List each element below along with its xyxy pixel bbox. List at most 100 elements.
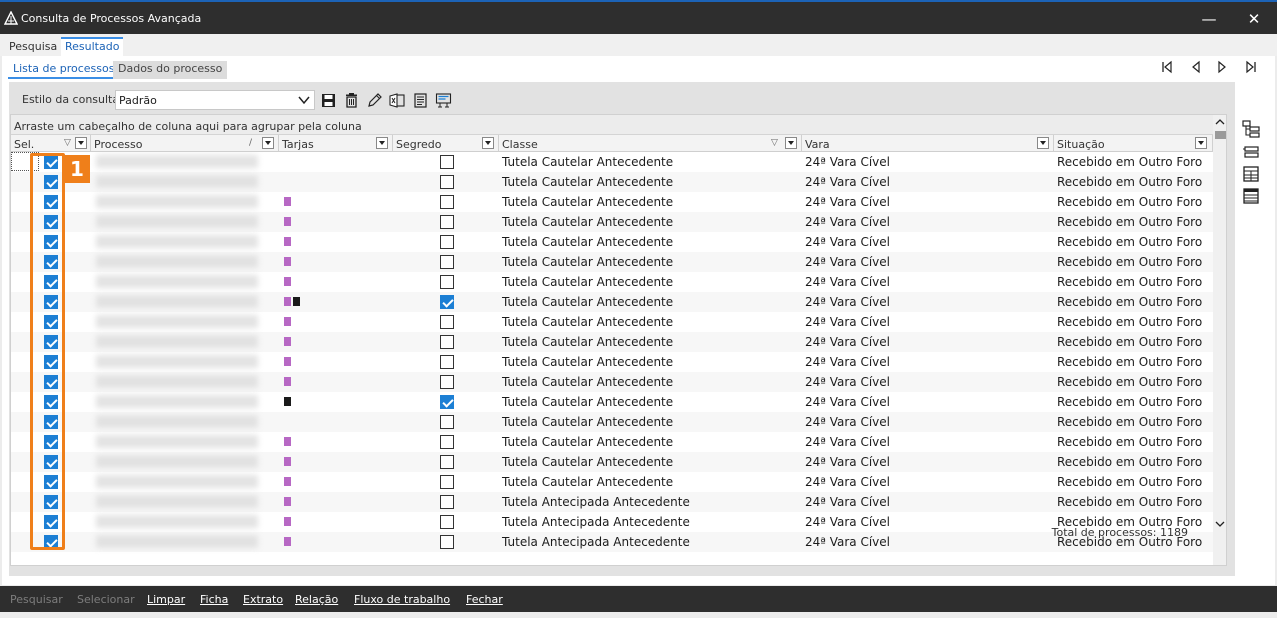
segredo-checkbox[interactable]	[440, 415, 454, 429]
selecionar-button[interactable]: Selecionar	[77, 593, 135, 606]
tab-dados-do-processo[interactable]: Dados do processo	[113, 61, 228, 79]
table-row[interactable]: Tutela Antecipada Antecedente 24ª Vara Cí…	[11, 532, 1213, 552]
segredo-checkbox[interactable]	[440, 355, 454, 369]
vertical-scrollbar[interactable]	[1213, 115, 1226, 565]
segredo-checkbox[interactable]	[440, 175, 454, 189]
table-row[interactable]: Tutela Cautelar Antecedente 24ª Vara Cíve…	[11, 152, 1213, 172]
segredo-checkbox[interactable]	[440, 255, 454, 269]
table-view-icon[interactable]	[1241, 164, 1261, 184]
tab-lista-de-processos[interactable]: Lista de processos	[8, 61, 120, 79]
list-view-icon[interactable]	[1241, 186, 1261, 206]
excel-export-icon[interactable]	[389, 92, 406, 109]
segredo-checkbox[interactable]	[440, 215, 454, 229]
column-header-vara[interactable]: Vara	[802, 135, 1054, 152]
close-window-button[interactable]: ✕	[1231, 2, 1277, 35]
cell-vara: 24ª Vara Cível	[805, 235, 891, 249]
column-header-sel[interactable]: Sel. ▽	[11, 135, 91, 152]
delete-icon[interactable]	[343, 92, 360, 109]
segredo-checkbox[interactable]	[440, 275, 454, 289]
table-row[interactable]: Tutela Antecipada Antecedente 24ª Vara Cí…	[11, 512, 1213, 532]
segredo-checkbox[interactable]	[440, 535, 454, 549]
column-dropdown-icon[interactable]	[75, 137, 87, 149]
segredo-checkbox[interactable]	[440, 235, 454, 249]
column-dropdown-icon[interactable]	[262, 137, 274, 149]
column-header-tarjas[interactable]: Tarjas	[279, 135, 393, 152]
segredo-checkbox[interactable]	[440, 195, 454, 209]
cell-classe: Tutela Cautelar Antecedente	[502, 415, 674, 429]
relacao-button[interactable]: Relação	[295, 593, 338, 606]
table-row[interactable]: Tutela Cautelar Antecedente 24ª Vara Cíve…	[11, 432, 1213, 452]
table-row[interactable]: Tutela Cautelar Antecedente 24ª Vara Cíve…	[11, 232, 1213, 252]
column-header-segredo[interactable]: Segredo	[393, 135, 499, 152]
process-grid: Arraste um cabeçalho de coluna aqui para…	[10, 114, 1227, 566]
scroll-down-icon[interactable]	[1215, 520, 1225, 528]
process-number-redacted	[96, 195, 258, 208]
previous-record-icon[interactable]	[1188, 59, 1204, 75]
table-row[interactable]: Tutela Antecipada Antecedente 24ª Vara Cí…	[11, 492, 1213, 512]
cell-classe: Tutela Cautelar Antecedente	[502, 335, 674, 349]
column-dropdown-icon[interactable]	[1037, 137, 1049, 149]
collapse-rows-icon[interactable]	[1241, 142, 1261, 162]
next-record-icon[interactable]	[1214, 59, 1230, 75]
scroll-up-icon[interactable]	[1215, 118, 1225, 126]
report-icon[interactable]	[412, 92, 429, 109]
column-header-situacao[interactable]: Situação	[1054, 135, 1213, 152]
column-dropdown-icon[interactable]	[482, 137, 494, 149]
segredo-checkbox[interactable]	[440, 455, 454, 469]
segredo-checkbox[interactable]	[440, 335, 454, 349]
segredo-checkbox[interactable]	[440, 435, 454, 449]
table-row[interactable]: Tutela Cautelar Antecedente 24ª Vara Cíve…	[11, 192, 1213, 212]
process-number-redacted	[96, 515, 258, 528]
workflow-icon[interactable]	[435, 92, 452, 109]
column-dropdown-icon[interactable]	[785, 137, 797, 149]
extrato-button[interactable]: Extrato	[243, 593, 283, 606]
edit-icon[interactable]	[366, 92, 383, 109]
chevron-down-icon	[298, 96, 310, 105]
tab-pesquisa[interactable]: Pesquisa	[5, 37, 61, 56]
table-row[interactable]: Tutela Cautelar Antecedente 24ª Vara Cíve…	[11, 212, 1213, 232]
pesquisar-button[interactable]: Pesquisar	[10, 593, 63, 606]
scrollbar-thumb[interactable]	[1215, 131, 1226, 139]
filter-icon[interactable]: ▽	[771, 138, 778, 148]
segredo-checkbox[interactable]	[440, 315, 454, 329]
table-row[interactable]: Tutela Cautelar Antecedente 24ª Vara Cíve…	[11, 352, 1213, 372]
column-header-classe[interactable]: Classe ▽	[499, 135, 802, 152]
table-row[interactable]: Tutela Cautelar Antecedente 24ª Vara Cíve…	[11, 272, 1213, 292]
table-row[interactable]: Tutela Cautelar Antecedente 24ª Vara Cíve…	[11, 292, 1213, 312]
column-dropdown-icon[interactable]	[376, 137, 388, 149]
first-record-icon[interactable]	[1159, 59, 1175, 75]
table-row[interactable]: Tutela Cautelar Antecedente 24ª Vara Cíve…	[11, 472, 1213, 492]
column-label: Vara	[805, 138, 830, 151]
cell-situacao: Recebido em Outro Foro	[1057, 375, 1203, 389]
save-icon[interactable]	[320, 92, 337, 109]
segredo-checkbox[interactable]	[440, 515, 454, 529]
ficha-button[interactable]: Ficha	[200, 593, 228, 606]
table-row[interactable]: Tutela Cautelar Antecedente 24ª Vara Cíve…	[11, 332, 1213, 352]
segredo-checkbox[interactable]	[440, 155, 454, 169]
segredo-checkbox[interactable]	[440, 475, 454, 489]
fechar-button[interactable]: Fechar	[466, 593, 503, 606]
table-row[interactable]: Tutela Cautelar Antecedente 24ª Vara Cíve…	[11, 412, 1213, 432]
table-row[interactable]: Tutela Cautelar Antecedente 24ª Vara Cíve…	[11, 252, 1213, 272]
sort-icon[interactable]: /	[249, 138, 252, 148]
column-dropdown-icon[interactable]	[1195, 137, 1207, 149]
last-record-icon[interactable]	[1243, 59, 1259, 75]
segredo-checkbox[interactable]	[440, 295, 454, 309]
table-row[interactable]: Tutela Cautelar Antecedente 24ª Vara Cíve…	[11, 392, 1213, 412]
query-style-select[interactable]: Padrão	[115, 90, 315, 110]
fluxo-de-trabalho-button[interactable]: Fluxo de trabalho	[354, 593, 450, 606]
column-header-processo[interactable]: Processo /	[91, 135, 279, 152]
table-row[interactable]: Tutela Cautelar Antecedente 24ª Vara Cíve…	[11, 312, 1213, 332]
tarja-marker	[284, 377, 291, 386]
table-row[interactable]: Tutela Cautelar Antecedente 24ª Vara Cíve…	[11, 372, 1213, 392]
group-tree-icon[interactable]	[1241, 119, 1261, 139]
minimize-button[interactable]: —	[1186, 2, 1232, 35]
tab-resultado[interactable]: Resultado	[61, 37, 124, 56]
table-row[interactable]: Tutela Cautelar Antecedente 24ª Vara Cíve…	[11, 452, 1213, 472]
table-row[interactable]: Tutela Cautelar Antecedente 24ª Vara Cíve…	[11, 172, 1213, 192]
limpar-button[interactable]: Limpar	[147, 593, 185, 606]
segredo-checkbox[interactable]	[440, 395, 454, 409]
segredo-checkbox[interactable]	[440, 375, 454, 389]
segredo-checkbox[interactable]	[440, 495, 454, 509]
filter-icon[interactable]: ▽	[64, 138, 71, 148]
